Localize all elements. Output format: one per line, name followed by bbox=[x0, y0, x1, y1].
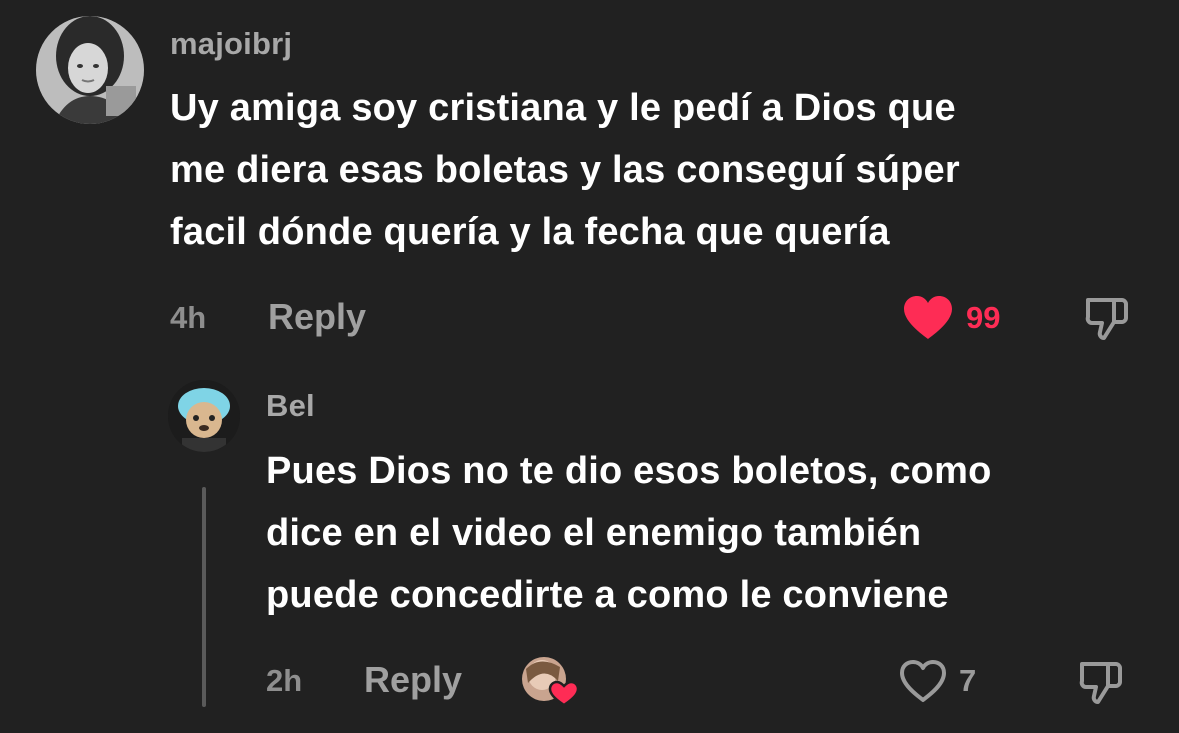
comment-username[interactable]: majoibrj bbox=[170, 26, 292, 62]
heart-icon[interactable] bbox=[898, 658, 948, 704]
heart-icon[interactable] bbox=[902, 295, 954, 341]
reply-button[interactable]: Reply bbox=[268, 296, 366, 338]
creator-liked-badge bbox=[520, 655, 582, 707]
like-count: 7 bbox=[959, 663, 977, 698]
like-count: 99 bbox=[966, 300, 1001, 335]
comment-line: Pues Dios no te dio esos boletos, como bbox=[266, 450, 992, 492]
comment-line: facil dónde quería y la fecha que quería bbox=[170, 211, 890, 253]
comment-line: dice en el video el enemigo también bbox=[266, 512, 922, 554]
thread-line bbox=[202, 487, 206, 707]
comment-text: Pues Dios no te dio esos boletos, como d… bbox=[266, 440, 992, 626]
thumbs-down-icon[interactable] bbox=[1076, 656, 1126, 706]
comment-line: puede concedirte a como le conviene bbox=[266, 574, 949, 616]
comment-line: Uy amiga soy cristiana y le pedí a Dios … bbox=[170, 87, 956, 129]
thumbs-down-icon[interactable] bbox=[1082, 292, 1132, 342]
reply-button[interactable]: Reply bbox=[364, 659, 462, 701]
comment-username[interactable]: Bel bbox=[266, 388, 315, 424]
comment-line: me diera esas boletas y las conseguí súp… bbox=[170, 149, 960, 191]
comment-timestamp: 4h bbox=[170, 300, 207, 335]
comments-screen: majoibrj Uy amiga soy cristiana y le ped… bbox=[0, 0, 1179, 733]
avatar-majoibrj[interactable] bbox=[36, 16, 144, 124]
avatar-bel[interactable] bbox=[168, 380, 240, 452]
comment-timestamp: 2h bbox=[266, 663, 303, 698]
comment-text: Uy amiga soy cristiana y le pedí a Dios … bbox=[170, 77, 960, 263]
